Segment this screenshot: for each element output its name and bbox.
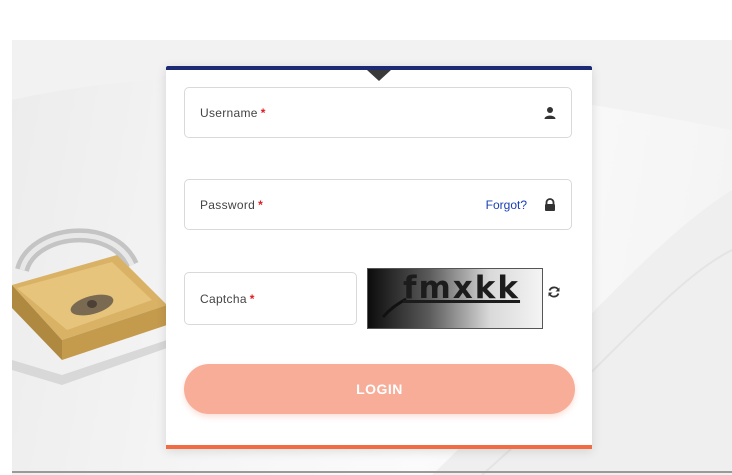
captcha-text: fmxkk: [403, 270, 521, 306]
password-field[interactable]: Password * Forgot?: [184, 179, 572, 230]
stage-bottom-line: [12, 471, 732, 473]
required-mark: *: [249, 291, 255, 306]
captcha-image: fmxkk: [367, 268, 543, 329]
username-label: Username *: [200, 105, 266, 120]
card-bottom-accent: [166, 445, 592, 449]
lock-icon: [545, 197, 555, 211]
required-mark: *: [260, 105, 266, 120]
login-card: Username * Password * Forgot? Captcha * fmx…: [166, 66, 592, 449]
captcha-field[interactable]: Captcha *: [184, 272, 357, 325]
required-mark: *: [258, 197, 264, 212]
username-field[interactable]: Username *: [184, 87, 572, 138]
login-button[interactable]: LOGIN: [184, 364, 575, 414]
password-label: Password *: [200, 197, 264, 212]
user-icon: [544, 106, 556, 119]
refresh-icon[interactable]: [547, 285, 561, 299]
captcha-label: Captcha *: [200, 291, 255, 306]
padlock-illustration: [12, 228, 167, 385]
card-notch: [367, 70, 391, 81]
forgot-password-link[interactable]: Forgot?: [486, 198, 527, 212]
